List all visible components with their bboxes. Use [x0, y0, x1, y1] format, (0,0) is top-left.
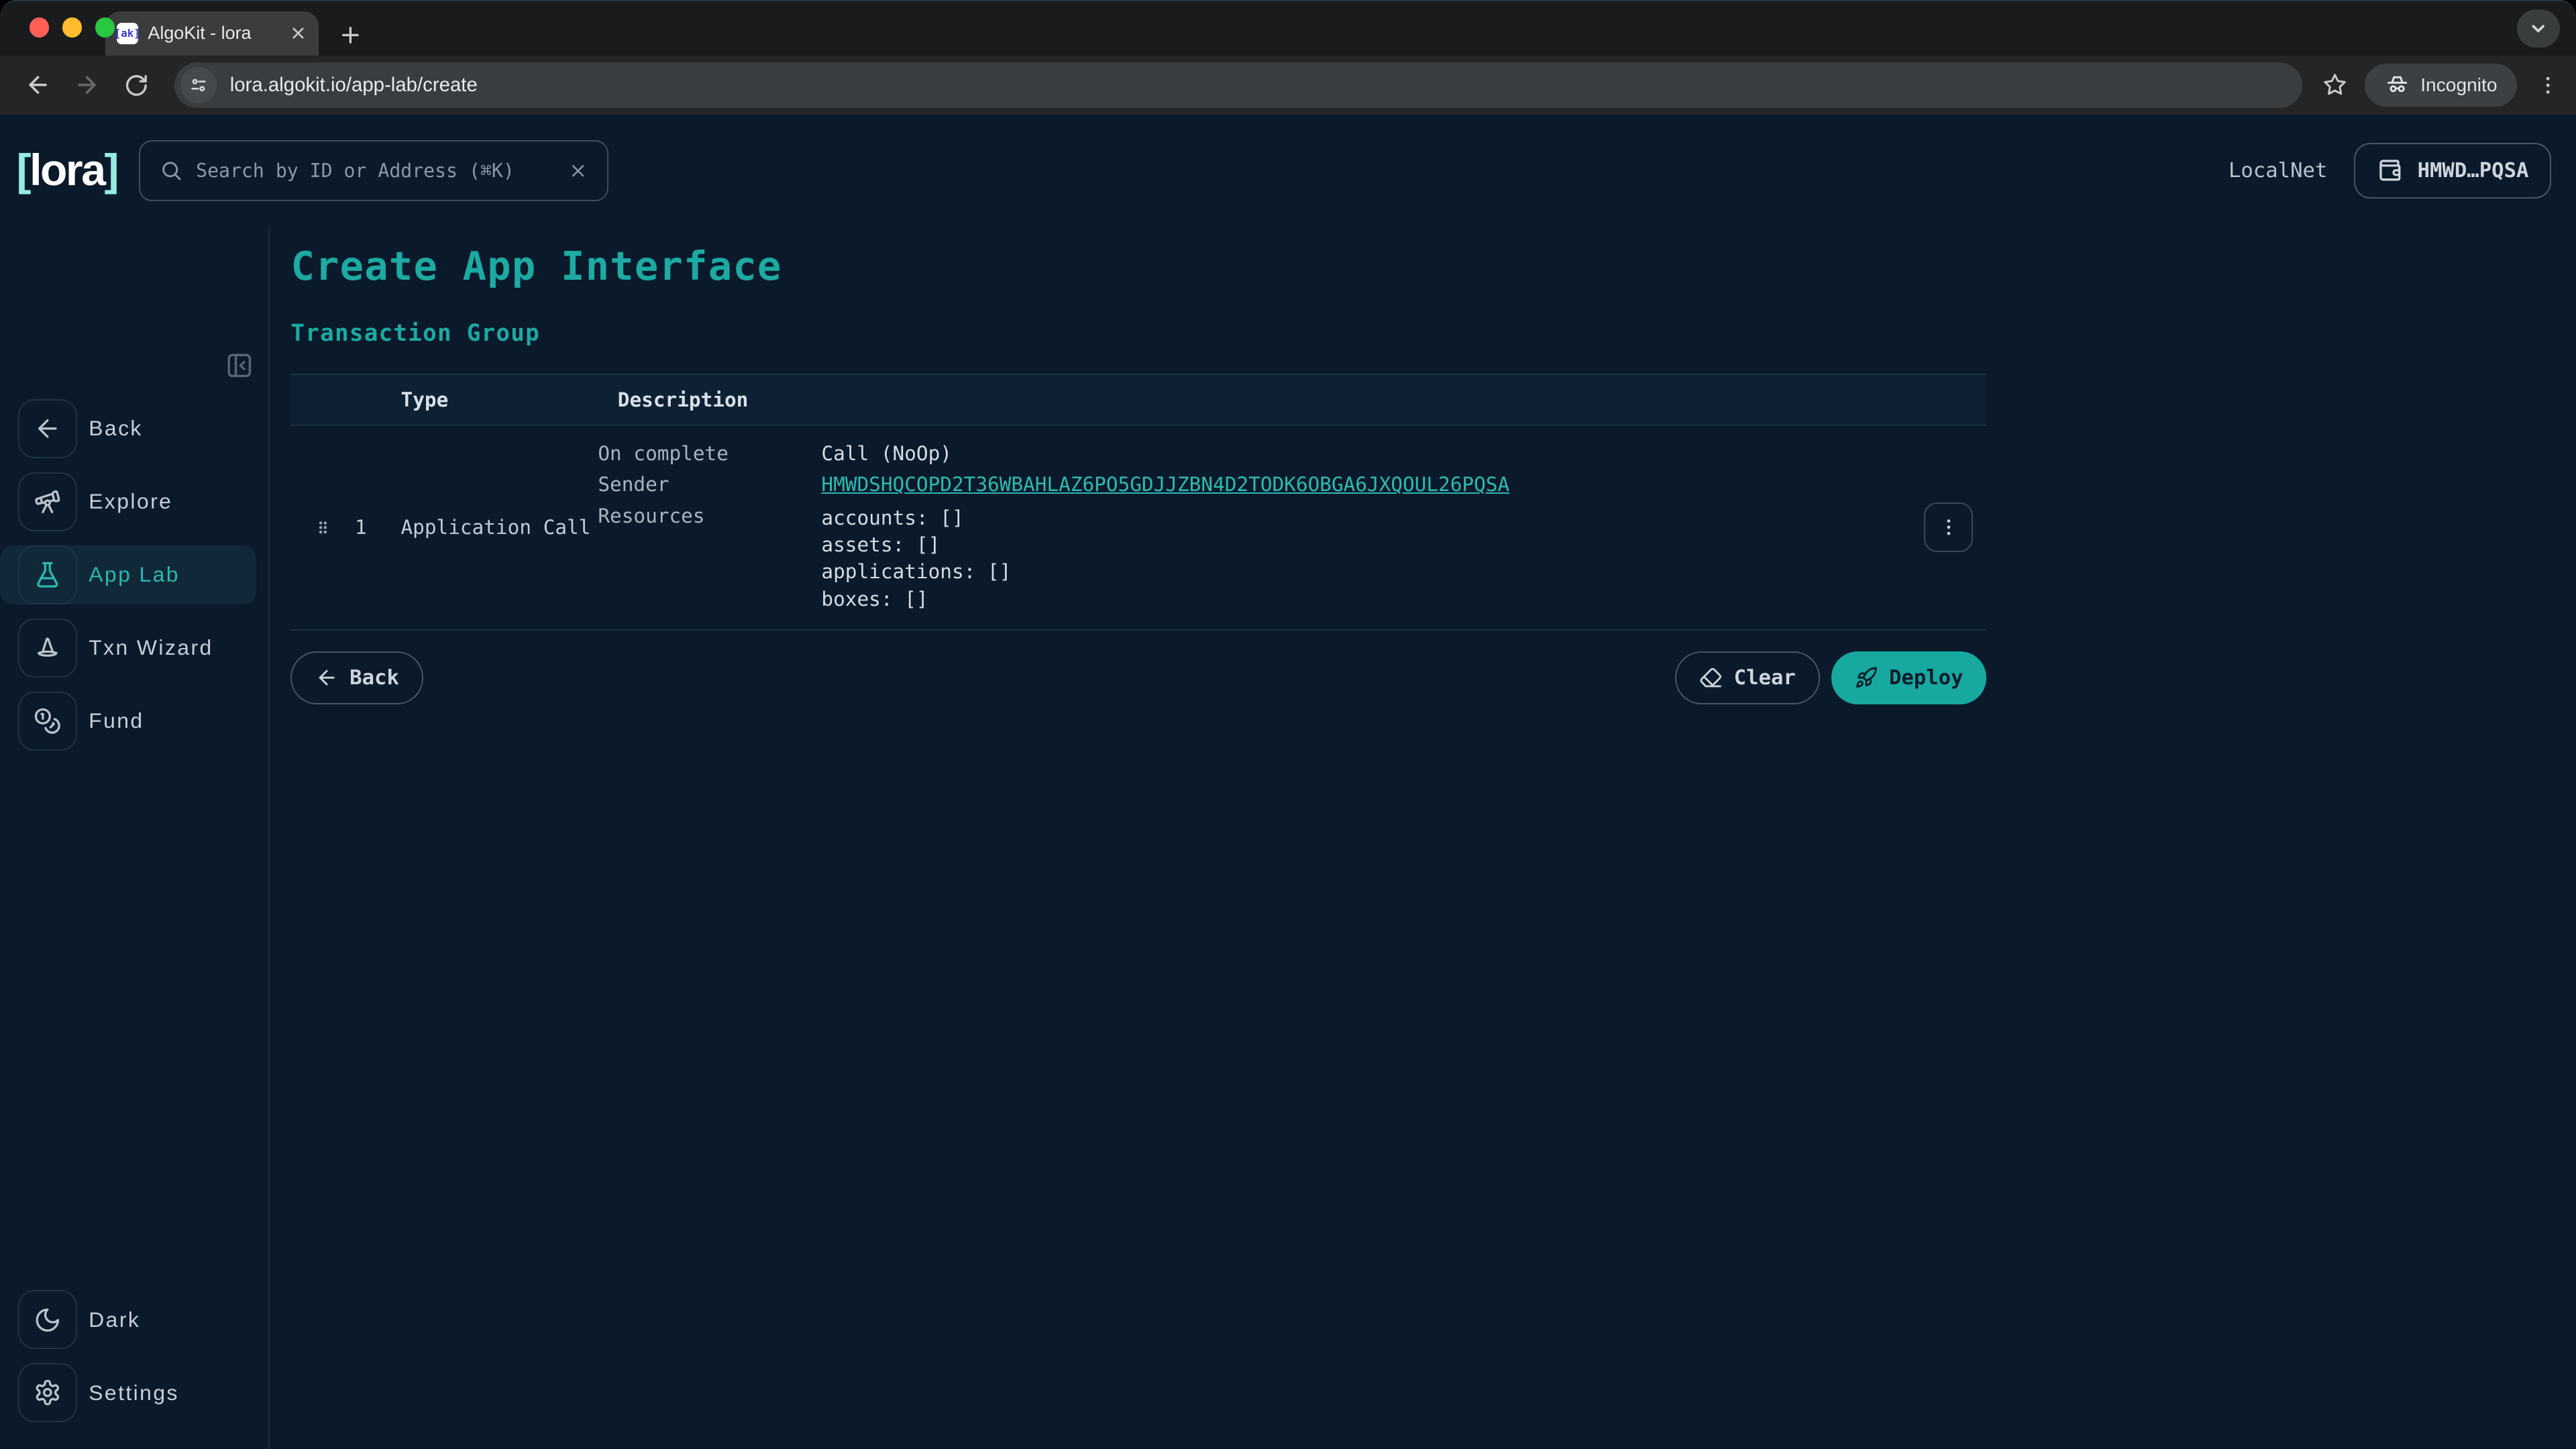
tab-close-icon[interactable]	[289, 24, 307, 42]
arrow-left-icon	[315, 666, 338, 689]
close-window-button[interactable]	[30, 17, 49, 37]
sidebar-item-label: App Lab	[89, 562, 180, 587]
bookmark-star-icon[interactable]	[2322, 72, 2348, 98]
wallet-button[interactable]: HMWD…PQSA	[2354, 143, 2552, 199]
moon-icon	[18, 1290, 77, 1349]
sidebar-item-fund[interactable]: Fund	[0, 692, 256, 751]
traffic-lights	[30, 17, 115, 37]
on-complete-value: Call (NoOp)	[821, 442, 952, 465]
gear-icon	[18, 1363, 77, 1422]
transaction-description: On complete Call (NoOp) Sender HMWDSHQCO…	[598, 442, 1923, 612]
incognito-icon	[2384, 72, 2410, 98]
eraser-icon	[1699, 666, 1722, 689]
global-search[interactable]	[139, 140, 608, 201]
sidebar-item-label: Dark	[89, 1307, 140, 1332]
search-icon	[160, 159, 182, 182]
sidebar-item-txn-wizard[interactable]: Txn Wizard	[0, 619, 256, 678]
resources-value: accounts: [] assets: [] applications: []…	[821, 504, 1011, 613]
clear-button[interactable]: Clear	[1675, 651, 1820, 704]
sidebar-item-label: Back	[89, 416, 143, 441]
rocket-icon	[1855, 666, 1878, 689]
sender-address-link[interactable]: HMWDSHQCOPD2T36WBAHLAZ6PO5GDJJZBN4D2TODK…	[821, 473, 1509, 496]
browser-toolbar: lora.algokit.io/app-lab/create Incognito	[0, 56, 2576, 115]
minimize-window-button[interactable]	[62, 17, 82, 37]
drag-handle-icon[interactable]	[311, 515, 335, 540]
column-header-type: Type	[401, 388, 618, 411]
sidebar-item-label: Settings	[89, 1381, 179, 1405]
fullscreen-window-button[interactable]	[95, 17, 115, 37]
page-title: Create App Interface	[290, 243, 2576, 289]
reload-icon[interactable]	[115, 64, 158, 107]
app-header: [lora] LocalNet HMWD…PQSA	[0, 115, 2576, 227]
field-label: Sender	[598, 473, 821, 496]
sidebar-item-back[interactable]: Back	[0, 399, 256, 458]
tab-strip: [ak] AlgoKit - lora	[0, 1, 2576, 56]
sidebar-item-settings[interactable]: Settings	[0, 1363, 256, 1422]
transaction-group-table: Type Description 1 Application Call On c…	[290, 374, 1986, 631]
lora-app: [lora] LocalNet HMWD…PQSA	[0, 115, 2576, 1449]
new-tab-button[interactable]	[338, 23, 363, 48]
main-content: Create App Interface Transaction Group T…	[270, 226, 2576, 1449]
field-label: Resources	[598, 504, 821, 613]
table-row: 1 Application Call On complete Call (NoO…	[290, 426, 1986, 631]
wizard-hat-icon	[18, 619, 77, 678]
tab-favicon-icon: [ak]	[117, 23, 138, 44]
tab-title: AlgoKit - lora	[148, 23, 279, 44]
sidebar-item-label: Txn Wizard	[89, 635, 213, 660]
clear-search-icon[interactable]	[568, 161, 588, 180]
browser-window: [ak] AlgoKit - lora lora.algokit.io/a	[0, 0, 2576, 1449]
transaction-type: Application Call	[400, 516, 598, 539]
sidebar-bottom: Dark Settings	[0, 1290, 268, 1422]
wallet-label: HMWD…PQSA	[2418, 159, 2529, 182]
incognito-label: Incognito	[2420, 74, 2497, 96]
sidebar-item-theme-dark[interactable]: Dark	[0, 1290, 256, 1349]
sidebar-item-explore[interactable]: Explore	[0, 472, 256, 531]
action-bar: Back Clear Deploy	[290, 651, 1986, 704]
column-header-description: Description	[618, 388, 749, 411]
row-index: 1	[355, 516, 381, 539]
address-bar[interactable]: lora.algokit.io/app-lab/create	[174, 62, 2302, 109]
collapse-sidebar-icon[interactable]	[225, 352, 254, 380]
browser-tab[interactable]: [ak] AlgoKit - lora	[105, 11, 319, 56]
url-text: lora.algokit.io/app-lab/create	[230, 74, 478, 97]
sidebar-item-label: Fund	[89, 708, 144, 733]
site-settings-icon[interactable]	[180, 67, 217, 103]
forward-nav-icon[interactable]	[66, 64, 109, 107]
back-nav-icon[interactable]	[16, 64, 59, 107]
flask-icon	[18, 545, 77, 604]
field-label: On complete	[598, 442, 821, 465]
sidebar-nav: Back Explore App Lab	[0, 399, 268, 765]
section-title: Transaction Group	[290, 320, 2576, 347]
sidebar-item-app-lab[interactable]: App Lab	[0, 545, 256, 604]
browser-menu-icon[interactable]	[2536, 74, 2559, 97]
lora-logo[interactable]: [lora]	[16, 145, 117, 196]
incognito-badge: Incognito	[2365, 64, 2517, 107]
telescope-icon	[18, 472, 77, 531]
sidebar: Back Explore App Lab	[0, 226, 270, 1449]
search-input[interactable]	[196, 160, 555, 182]
network-label[interactable]: LocalNet	[2229, 159, 2327, 182]
table-header: Type Description	[290, 375, 1986, 426]
back-button[interactable]: Back	[290, 651, 423, 704]
wallet-icon	[2376, 156, 2404, 184]
coins-icon	[18, 692, 77, 751]
arrow-left-icon	[18, 399, 77, 458]
deploy-button[interactable]: Deploy	[1831, 651, 1986, 704]
tab-search-button[interactable]	[2517, 9, 2560, 47]
sidebar-item-label: Explore	[89, 489, 172, 514]
row-menu-icon[interactable]	[1924, 502, 1973, 551]
